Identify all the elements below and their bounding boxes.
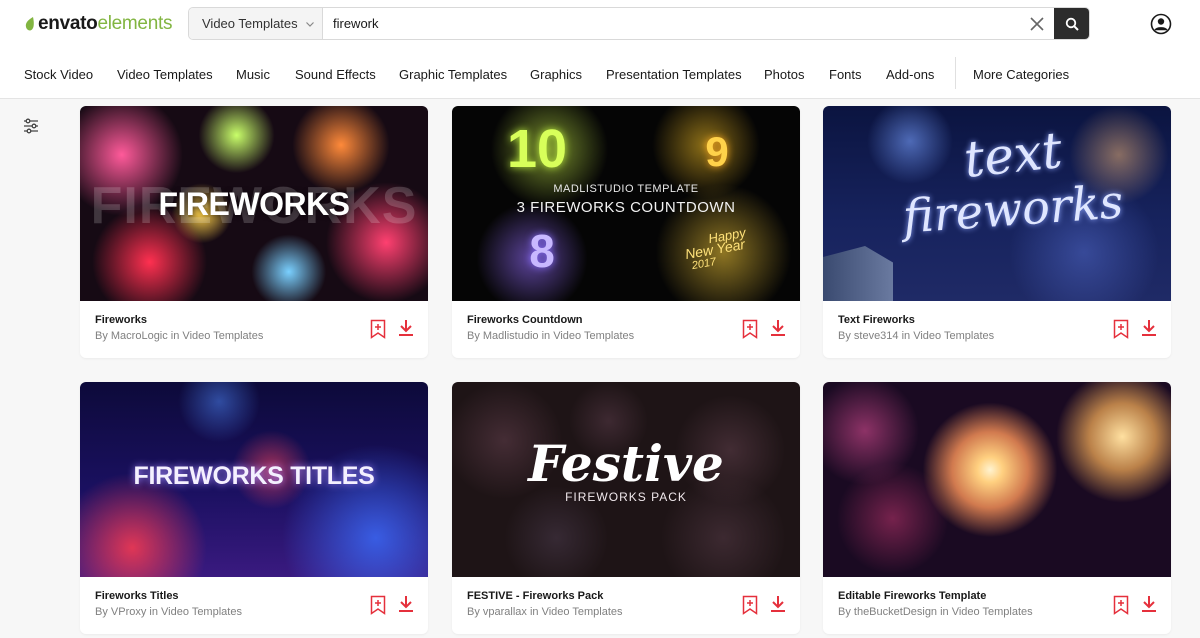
nav-fonts[interactable]: Fonts <box>829 67 862 82</box>
search-category-select[interactable]: Video Templates <box>189 8 323 39</box>
card-byline[interactable]: By Madlistudio in Video Templates <box>467 330 634 342</box>
card-byline[interactable]: By MacroLogic in Video Templates <box>95 330 263 342</box>
result-card[interactable]: FIREWORKS FIREWORKS Fireworks By MacroLo… <box>80 106 428 358</box>
nav-more-categories[interactable]: More Categories <box>973 67 1069 82</box>
result-card[interactable]: Festive FIREWORKS PACK FESTIVE - Firewor… <box>452 382 800 634</box>
top-header: envatoelements Video Templates Stock Vid… <box>0 0 1200 99</box>
card-thumbnail[interactable]: FIREWORKS TITLES <box>80 382 428 577</box>
thumb-number-8: 8 <box>529 225 555 277</box>
card-title[interactable]: Fireworks Countdown <box>467 314 583 326</box>
card-title[interactable]: Text Fireworks <box>838 314 915 326</box>
result-card[interactable]: 10 9 MADLISTUDIO TEMPLATE 3 FIREWORKS CO… <box>452 106 800 358</box>
result-card[interactable]: FIREWORKS TITLES Fireworks Titles By VPr… <box>80 382 428 634</box>
thumb-number-9: 9 <box>705 128 729 175</box>
nav-graphics[interactable]: Graphics <box>530 67 582 82</box>
clear-search-button[interactable] <box>1020 8 1054 39</box>
search-button[interactable] <box>1054 8 1089 39</box>
add-to-collection-icon[interactable] <box>742 319 758 339</box>
card-thumbnail[interactable]: Festive FIREWORKS PACK <box>452 382 800 577</box>
nav-add-ons[interactable]: Add-ons <box>886 67 934 82</box>
nav-stock-video[interactable]: Stock Video <box>24 67 93 82</box>
card-thumbnail[interactable]: FIREWORKS FIREWORKS <box>80 106 428 301</box>
nav-video-templates[interactable]: Video Templates <box>117 67 213 82</box>
add-to-collection-icon[interactable] <box>742 595 758 615</box>
download-icon[interactable] <box>770 319 786 337</box>
thumb-title-text: FIREWORKS <box>158 186 350 222</box>
close-icon <box>1030 16 1044 31</box>
nav-presentation-templates[interactable]: Presentation Templates <box>606 67 742 82</box>
card-thumbnail[interactable] <box>823 382 1171 577</box>
add-to-collection-icon[interactable] <box>1113 595 1129 615</box>
user-account-icon[interactable] <box>1150 13 1172 35</box>
download-icon[interactable] <box>1141 595 1157 613</box>
logo-text-elements: elements <box>97 13 173 34</box>
chevron-down-icon <box>305 21 314 27</box>
search-category-label: Video Templates <box>202 16 298 31</box>
result-card[interactable]: Editable Fireworks Template By theBucket… <box>823 382 1171 634</box>
nav-photos[interactable]: Photos <box>764 67 804 82</box>
thumb-title-text: FIREWORKS TITLES <box>133 462 375 490</box>
card-thumbnail[interactable]: text fireworks <box>823 106 1171 301</box>
thumb-subtitle: MADLISTUDIO TEMPLATE <box>553 183 699 195</box>
nav-sound-effects[interactable]: Sound Effects <box>295 67 376 82</box>
card-byline[interactable]: By VProxy in Video Templates <box>95 606 242 618</box>
thumb-subtitle: FIREWORKS PACK <box>565 490 687 504</box>
add-to-collection-icon[interactable] <box>370 319 386 339</box>
thumb-title-text: Festive <box>528 434 724 493</box>
filters-icon[interactable] <box>22 117 40 135</box>
card-byline[interactable]: By theBucketDesign in Video Templates <box>838 606 1033 618</box>
card-title[interactable]: Fireworks <box>95 314 147 326</box>
card-title[interactable]: Editable Fireworks Template <box>838 590 986 602</box>
thumb-building <box>823 246 893 301</box>
add-to-collection-icon[interactable] <box>1113 319 1129 339</box>
result-card[interactable]: text fireworks Text Fireworks By steve31… <box>823 106 1171 358</box>
card-title[interactable]: Fireworks Titles <box>95 590 179 602</box>
thumb-number-10: 10 <box>506 119 568 179</box>
envato-elements-logo[interactable]: envato elements <box>24 12 172 36</box>
download-icon[interactable] <box>398 319 414 337</box>
download-icon[interactable] <box>770 595 786 613</box>
logo-text-envato: envato <box>38 13 98 34</box>
nav-music[interactable]: Music <box>236 67 270 82</box>
add-to-collection-icon[interactable] <box>370 595 386 615</box>
card-thumbnail[interactable]: 10 9 MADLISTUDIO TEMPLATE 3 FIREWORKS CO… <box>452 106 800 301</box>
search-icon <box>1065 17 1079 31</box>
nav-graphic-templates[interactable]: Graphic Templates <box>399 67 507 82</box>
card-byline[interactable]: By vparallax in Video Templates <box>467 606 623 618</box>
download-icon[interactable] <box>398 595 414 613</box>
thumb-text-line2: fireworks <box>901 174 1125 244</box>
thumb-title-text: 3 FIREWORKS COUNTDOWN <box>516 199 736 216</box>
card-byline[interactable]: By steve314 in Video Templates <box>838 330 994 342</box>
search-input[interactable] <box>323 8 1020 39</box>
search-bar: Video Templates <box>188 7 1090 40</box>
nav-divider <box>955 57 956 89</box>
download-icon[interactable] <box>1141 319 1157 337</box>
envato-leaf-icon <box>25 17 34 31</box>
card-title[interactable]: FESTIVE - Fireworks Pack <box>467 590 603 602</box>
